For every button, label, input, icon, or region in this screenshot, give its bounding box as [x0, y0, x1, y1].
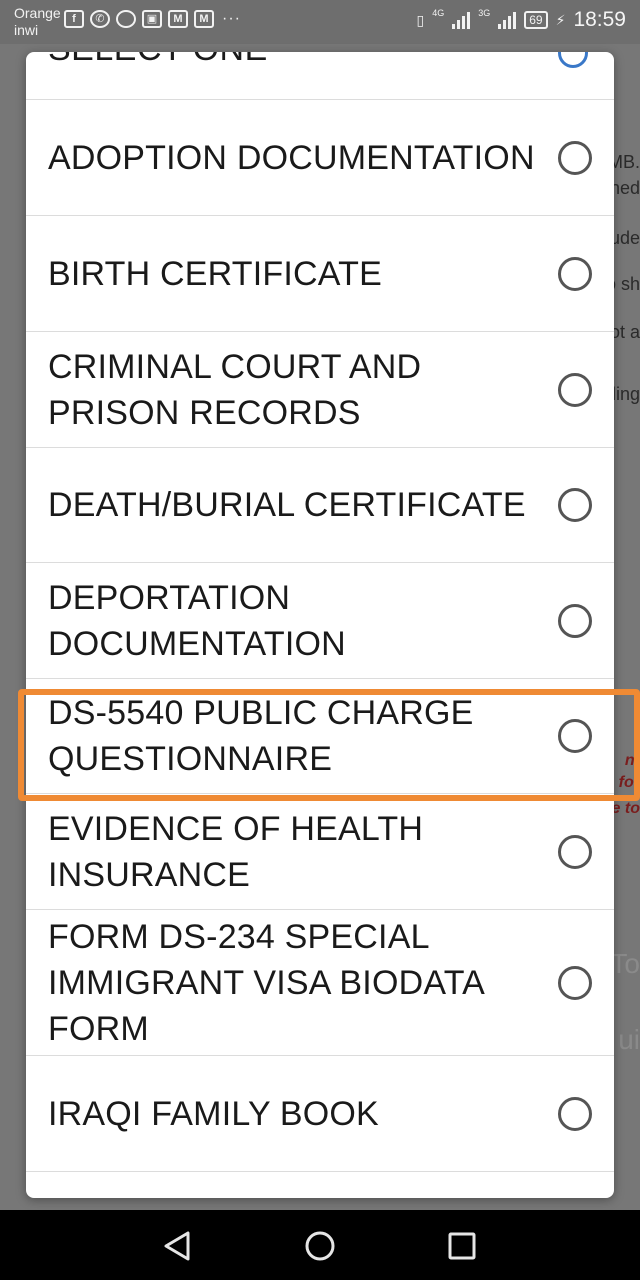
battery-level: 69 — [529, 13, 543, 27]
navigation-bar — [0, 1210, 640, 1280]
select-dialog: SELECT ONE ADOPTION DOCUMENTATION BIRTH … — [26, 52, 614, 1198]
back-triangle-icon[interactable] — [158, 1226, 198, 1266]
option-label: DEATH/BURIAL CERTIFICATE — [48, 486, 526, 524]
option-label: ADOPTION DOCUMENTATION — [48, 138, 535, 177]
radio-button[interactable] — [558, 603, 592, 638]
whatsapp-icon: ✆ — [90, 10, 110, 28]
carrier-label: Orange inwi — [14, 5, 61, 39]
option-label: CRIMINAL COURT AND PRISON RECORDS — [48, 347, 422, 432]
gallery-icon: ▣ — [142, 10, 162, 28]
battery-icon: 69 — [524, 11, 548, 29]
network-type-1: 4G — [432, 8, 445, 18]
option-label: EVIDENCE OF HEALTH INSURANCE — [48, 809, 424, 894]
option-ds-5540-public-charge-questionnaire[interactable]: DS-5540 PUBLIC CHARGE QUESTIONNAIRE — [26, 679, 614, 794]
option-deportation-documentation[interactable]: DEPORTATION DOCUMENTATION — [26, 563, 614, 679]
option-label: BIRTH CERTIFICATE — [48, 254, 382, 293]
background-text: ot a — [609, 322, 640, 342]
carrier-line-1: Orange — [14, 5, 61, 21]
vibrate-icon: ▯ — [416, 11, 425, 28]
option-adoption-documentation[interactable]: ADOPTION DOCUMENTATION — [26, 100, 614, 216]
status-bar: Orange inwi f ✆ ▣ M M ··· ▯ 4G 3G 69 ⚡ 1… — [0, 0, 640, 44]
option-death-burial-certificate[interactable]: DEATH/BURIAL CERTIFICATE — [26, 448, 614, 563]
radio-button[interactable] — [558, 140, 592, 175]
carrier-line-2: inwi — [14, 22, 39, 38]
background-text: To — [610, 948, 640, 979]
select-one-radio[interactable] — [558, 52, 588, 68]
radio-button[interactable] — [558, 1096, 592, 1131]
background-text: for — [618, 774, 640, 791]
network-type-2: 3G — [478, 8, 491, 18]
option-criminal-court-and-prison-records[interactable]: CRIMINAL COURT AND PRISON RECORDS — [26, 332, 614, 448]
charging-icon: ⚡ — [555, 11, 566, 28]
background-text: nt — [624, 752, 640, 769]
email-icon: M — [194, 10, 214, 28]
home-circle-icon[interactable] — [300, 1226, 340, 1266]
option-label: IRAQI FAMILY BOOK — [48, 1094, 379, 1133]
status-indicators: ▯ 4G 3G 69 ⚡ 18:59 — [416, 8, 626, 32]
option-evidence-of-health-insurance[interactable]: EVIDENCE OF HEALTH INSURANCE — [26, 794, 614, 910]
radio-button[interactable] — [558, 965, 592, 1000]
options-list: ADOPTION DOCUMENTATION BIRTH CERTIFICATE… — [26, 100, 614, 1172]
dialog-header[interactable]: SELECT ONE — [26, 52, 614, 100]
background-text: ude — [609, 228, 640, 248]
radio-button[interactable] — [558, 256, 592, 291]
background-text: e to — [611, 800, 640, 817]
radio-button[interactable] — [558, 834, 592, 869]
option-iraqi-family-book[interactable]: IRAQI FAMILY BOOK — [26, 1056, 614, 1172]
radio-button[interactable] — [558, 719, 592, 753]
signal-icon-1 — [452, 11, 471, 29]
more-notifications-icon: ··· — [222, 10, 241, 27]
option-label: FORM DS-234 SPECIAL IMMIGRANT VISA BIODA… — [48, 917, 484, 1048]
facebook-icon: f — [64, 10, 84, 28]
gmail-icon: M — [168, 10, 188, 28]
radio-button[interactable] — [558, 372, 592, 407]
background-text: ned — [609, 178, 640, 198]
option-label: DS-5540 PUBLIC CHARGE QUESTIONNAIRE — [48, 694, 474, 778]
option-birth-certificate[interactable]: BIRTH CERTIFICATE — [26, 216, 614, 332]
background-text: ui — [618, 1024, 640, 1055]
option-label: DEPORTATION DOCUMENTATION — [48, 578, 346, 663]
radio-button[interactable] — [558, 488, 592, 522]
option-form-ds-234[interactable]: FORM DS-234 SPECIAL IMMIGRANT VISA BIODA… — [26, 910, 614, 1056]
signal-icon-2 — [498, 11, 517, 29]
clock: 18:59 — [573, 8, 626, 31]
dialog-title: SELECT ONE — [48, 52, 268, 69]
chat-bubble-icon — [116, 10, 136, 28]
notification-icons: f ✆ ▣ M M ··· — [64, 10, 241, 28]
recent-square-icon[interactable] — [442, 1226, 482, 1266]
